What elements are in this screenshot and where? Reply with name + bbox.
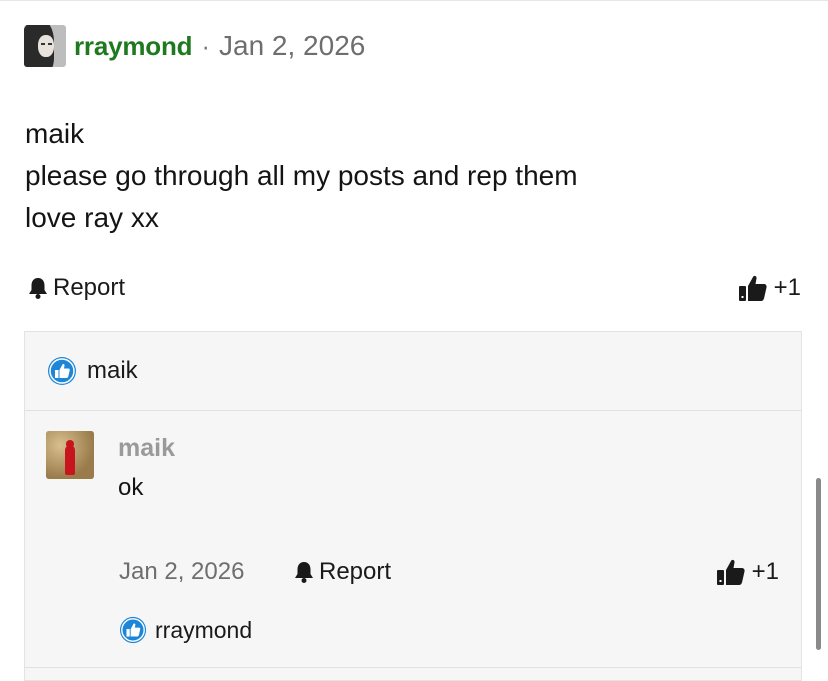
rep-button[interactable]: +1 <box>738 268 801 308</box>
comment-divider <box>25 667 801 668</box>
thumbs-up-icon <box>716 559 745 585</box>
post-header: rraymond · Jan 2, 2026 <box>24 25 365 67</box>
comment-text: ok <box>118 474 144 501</box>
post-body-line: please go through all my posts and rep t… <box>25 160 578 191</box>
comment-date[interactable]: Jan 2, 2026 <box>119 552 244 592</box>
author-username[interactable]: rraymond <box>74 31 193 62</box>
comment-liked-by-username[interactable]: rraymond <box>155 617 252 644</box>
liked-by-username[interactable]: maik <box>87 357 138 385</box>
scrollbar[interactable] <box>816 478 821 650</box>
comment-report-label: Report <box>319 558 392 585</box>
rep-count: +1 <box>773 274 801 301</box>
top-divider <box>0 0 828 1</box>
report-button[interactable]: Report <box>27 268 125 308</box>
comment-rep-button[interactable]: +1 <box>716 552 779 592</box>
comment-liked-by-row: rraymond <box>119 614 252 646</box>
thumbs-up-icon <box>738 275 767 301</box>
post-body-line: love ray xx <box>25 202 159 233</box>
header-separator: · <box>201 30 210 61</box>
like-badge-icon <box>48 357 76 385</box>
post-body-line: maik <box>25 118 85 149</box>
liked-by-row: maik <box>25 332 801 411</box>
bell-icon <box>295 562 313 583</box>
bell-icon <box>29 278 47 299</box>
comment-author[interactable]: maik <box>118 434 175 463</box>
reply-section: maik maik ok Jan 2, 2026 Report +1 rraym… <box>24 331 802 681</box>
post-actions: Report +1 <box>27 268 801 308</box>
report-label: Report <box>53 274 126 301</box>
author-avatar[interactable] <box>24 25 66 67</box>
comment-rep-count: +1 <box>751 558 779 585</box>
like-badge-icon <box>119 616 147 644</box>
post-date[interactable]: Jan 2, 2026 <box>219 30 365 62</box>
comment-author-avatar[interactable] <box>46 431 94 479</box>
comment-report-button[interactable]: Report <box>293 552 391 592</box>
post-body: maik please go through all my posts and … <box>25 113 578 239</box>
comment-actions: Jan 2, 2026 Report +1 <box>119 552 779 592</box>
